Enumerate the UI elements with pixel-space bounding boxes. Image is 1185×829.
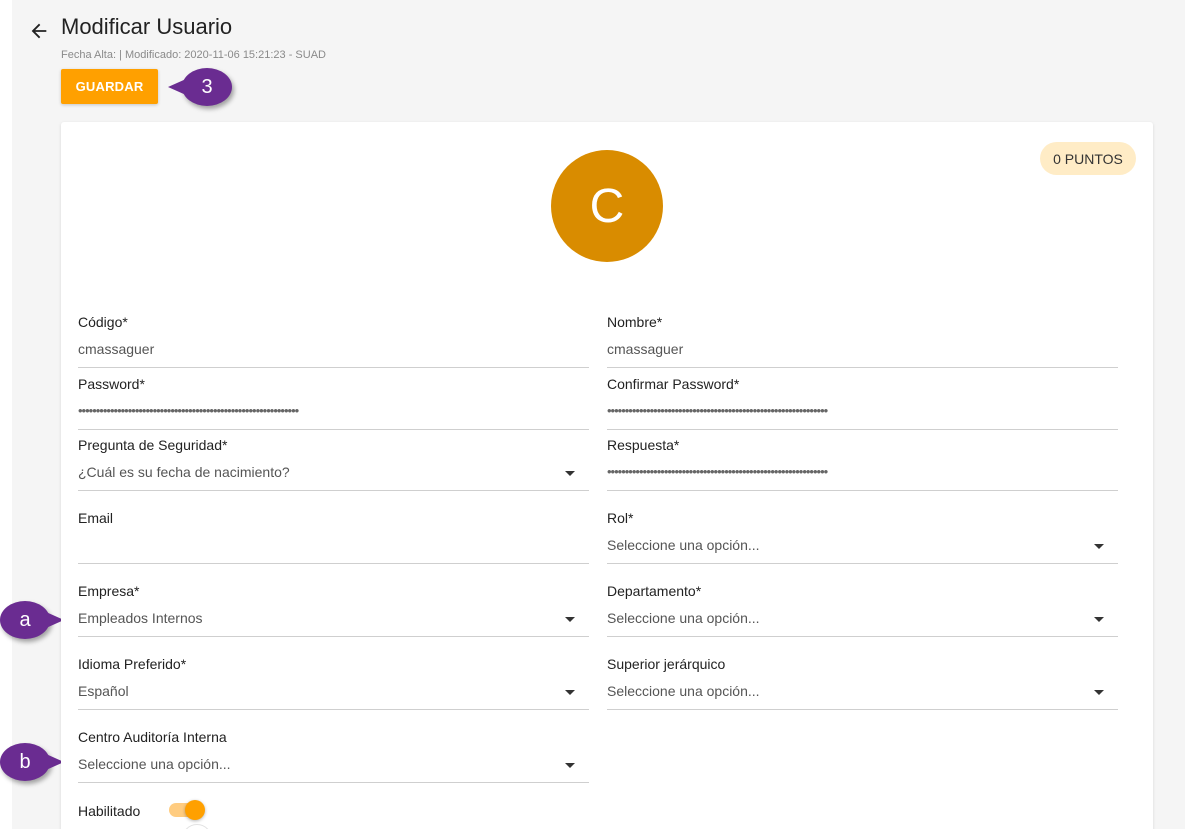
audit-center-value: Seleccione una opción... xyxy=(78,756,231,772)
page-subtitle: Fecha Alta: | Modificado: 2020-11-06 15:… xyxy=(61,49,326,61)
caret-down-icon xyxy=(565,471,575,476)
language-value: Español xyxy=(78,683,129,699)
caret-down-icon xyxy=(565,763,575,768)
nombre-label: Nombre* xyxy=(607,314,663,330)
callout-marker-3: 3 xyxy=(168,68,232,106)
enabled-label: Habilitado xyxy=(78,803,141,819)
language-label: Idioma Preferido* xyxy=(78,656,187,672)
left-strip xyxy=(0,0,12,829)
caret-down-icon xyxy=(565,690,575,695)
page-title: Modificar Usuario xyxy=(61,14,233,39)
confirm-password-field: Confirmar Password* ••••••••••••••••••••… xyxy=(607,376,1118,430)
toggle-knob xyxy=(185,800,205,820)
caret-down-icon xyxy=(565,617,575,622)
department-select[interactable]: Seleccione una opción... xyxy=(607,601,1118,637)
enabled-toggle[interactable] xyxy=(169,800,205,820)
caret-down-icon xyxy=(1094,544,1104,549)
email-label: Email xyxy=(78,510,114,526)
company-field: Empresa* Empleados Internos xyxy=(78,583,589,637)
department-value: Seleccione una opción... xyxy=(607,610,760,626)
language-field: Idioma Preferido* Español xyxy=(78,656,589,710)
role-label: Rol* xyxy=(607,510,634,526)
confirm-password-input[interactable]: ••••••••••••••••••••••••••••••••••••••••… xyxy=(607,394,1118,430)
callout-marker-a: a xyxy=(0,601,64,639)
user-form-card: 0 PUNTOS C Código* cmassaguer Nombre* cm… xyxy=(61,122,1153,829)
arrow-back-icon[interactable] xyxy=(28,20,50,42)
company-value: Empleados Internos xyxy=(78,610,203,626)
toggle-ghost xyxy=(182,824,212,829)
codigo-input[interactable]: cmassaguer xyxy=(78,332,589,368)
codigo-field: Código* cmassaguer xyxy=(78,314,589,368)
role-value: Seleccione una opción... xyxy=(607,537,760,553)
audit-center-select[interactable]: Seleccione una opción... xyxy=(78,747,589,783)
nombre-field: Nombre* cmassaguer xyxy=(607,314,1118,368)
answer-input[interactable]: ••••••••••••••••••••••••••••••••••••••••… xyxy=(607,455,1118,491)
security-question-value: ¿Cuál es su fecha de nacimiento? xyxy=(78,464,290,480)
password-input[interactable]: ••••••••••••••••••••••••••••••••••••••••… xyxy=(78,394,589,430)
role-select[interactable]: Seleccione una opción... xyxy=(607,528,1118,564)
nombre-input[interactable]: cmassaguer xyxy=(607,332,1118,368)
superior-label: Superior jerárquico xyxy=(607,656,726,672)
points-badge: 0 PUNTOS xyxy=(1040,142,1136,175)
company-select[interactable]: Empleados Internos xyxy=(78,601,589,637)
confirm-password-label: Confirmar Password* xyxy=(607,376,740,392)
codigo-label: Código* xyxy=(78,314,128,330)
answer-label: Respuesta* xyxy=(607,437,680,453)
email-input[interactable] xyxy=(78,528,589,564)
language-select[interactable]: Español xyxy=(78,674,589,710)
superior-select[interactable]: Seleccione una opción... xyxy=(607,674,1118,710)
superior-field: Superior jerárquico Seleccione una opció… xyxy=(607,656,1118,710)
avatar[interactable]: C xyxy=(551,150,663,262)
department-label: Departamento* xyxy=(607,583,702,599)
password-field: Password* ••••••••••••••••••••••••••••••… xyxy=(78,376,589,430)
caret-down-icon xyxy=(1094,617,1104,622)
caret-down-icon xyxy=(1094,690,1104,695)
department-field: Departamento* Seleccione una opción... xyxy=(607,583,1118,637)
security-question-label: Pregunta de Seguridad* xyxy=(78,437,228,453)
audit-center-field: Centro Auditoría Interna Seleccione una … xyxy=(78,729,589,783)
superior-value: Seleccione una opción... xyxy=(607,683,760,699)
security-question-field: Pregunta de Seguridad* ¿Cuál es su fecha… xyxy=(78,437,589,491)
email-field: Email xyxy=(78,510,589,564)
save-button[interactable]: GUARDAR xyxy=(61,69,158,104)
security-question-select[interactable]: ¿Cuál es su fecha de nacimiento? xyxy=(78,455,589,491)
answer-field: Respuesta* •••••••••••••••••••••••••••••… xyxy=(607,437,1118,491)
company-label: Empresa* xyxy=(78,583,140,599)
password-label: Password* xyxy=(78,376,145,392)
audit-center-label: Centro Auditoría Interna xyxy=(78,729,227,745)
callout-marker-b: b xyxy=(0,743,64,781)
role-field: Rol* Seleccione una opción... xyxy=(607,510,1118,564)
